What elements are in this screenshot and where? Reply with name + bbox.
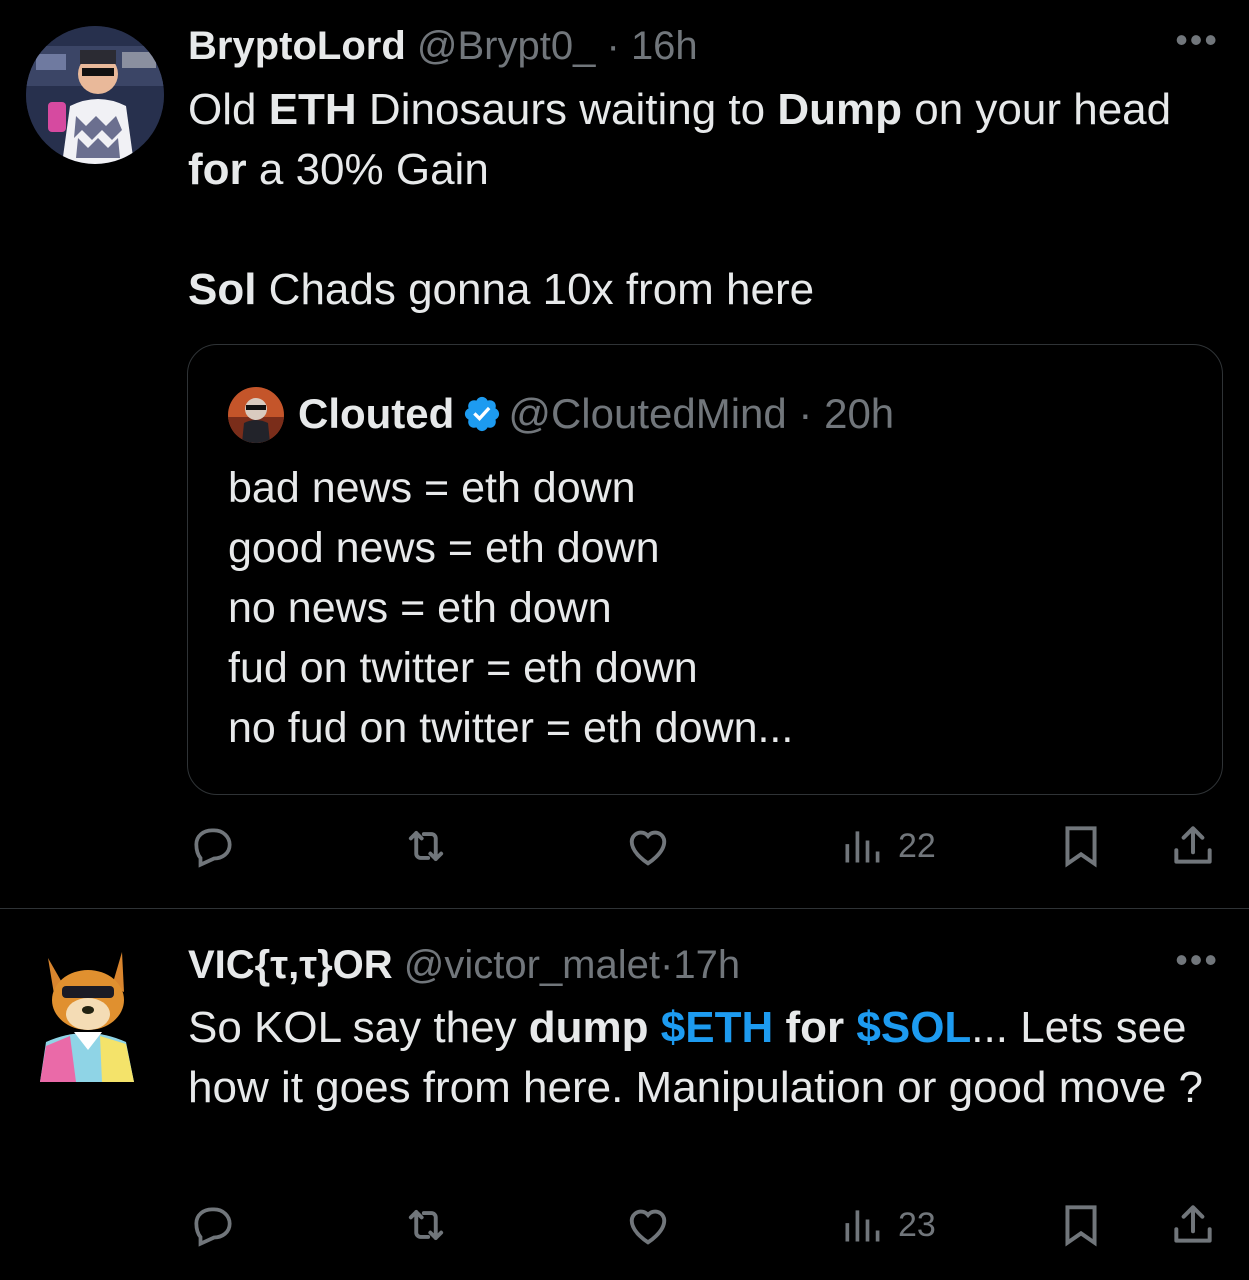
action-bar: 23 xyxy=(188,1195,1228,1255)
heart-icon xyxy=(629,830,667,866)
share-icon xyxy=(1174,1205,1212,1243)
cashtag-link[interactable]: $ETH xyxy=(661,1003,773,1052)
quote-line: no news = eth down xyxy=(228,584,612,632)
like-button[interactable] xyxy=(622,816,674,876)
display-name[interactable]: VIC{τ,τ}OR xyxy=(188,943,393,987)
tweet-text: Old ETH Dinosaurs waiting to Dump on you… xyxy=(188,80,1228,320)
text-run: Old xyxy=(188,85,269,134)
like-button[interactable] xyxy=(622,1195,674,1255)
separator-dot: · xyxy=(798,390,813,437)
views-count: 22 xyxy=(898,826,936,865)
text-run: Dinosaurs waiting to xyxy=(356,85,778,134)
share-button[interactable] xyxy=(1168,816,1218,876)
text-bold: for xyxy=(188,145,247,194)
views-icon xyxy=(845,831,880,863)
quote-line: no fud on twitter = eth down... xyxy=(228,704,794,752)
avatar[interactable] xyxy=(30,946,142,1082)
quote-line: bad news = eth down xyxy=(228,464,636,512)
handle[interactable]: @victor_malet xyxy=(404,943,660,987)
text-bold: Sol xyxy=(188,265,257,314)
quote-timestamp[interactable]: 20h xyxy=(824,390,894,437)
quote-line: good news = eth down xyxy=(228,524,660,572)
reply-button[interactable] xyxy=(188,1195,238,1255)
share-button[interactable] xyxy=(1168,1195,1218,1255)
tweet-header: BryptoLord @Brypt0_ · 16h xyxy=(188,22,698,70)
text-run: a 30% Gain xyxy=(246,145,489,194)
separator-dot: · xyxy=(606,24,620,68)
handle[interactable]: @Brypt0_ xyxy=(417,24,595,68)
cashtag-link[interactable]: $SOL xyxy=(856,1003,971,1052)
more-options-icon[interactable]: ••• xyxy=(1175,942,1219,978)
quote-handle[interactable]: @CloutedMind xyxy=(508,390,786,437)
quote-line: fud on twitter = eth down xyxy=(228,644,698,692)
reply-button[interactable] xyxy=(188,816,238,876)
text-bold: for xyxy=(785,1003,845,1052)
retweet-button[interactable] xyxy=(400,816,452,876)
views-count: 23 xyxy=(898,1205,936,1244)
bookmark-button[interactable] xyxy=(1056,1195,1106,1255)
quote-avatar[interactable] xyxy=(228,387,284,443)
tweet[interactable]: BryptoLord @Brypt0_ · 16h ••• Old ETH Di… xyxy=(0,0,1249,908)
retweet-icon xyxy=(408,1210,444,1240)
tweet-text: So KOL say they dump $ETH for $SOL... Le… xyxy=(188,998,1228,1118)
quoted-tweet[interactable]: Clouted @CloutedMind · 20h bad news = eth… xyxy=(187,344,1223,795)
reply-icon xyxy=(194,1207,232,1247)
text-run xyxy=(649,1003,661,1052)
heart-icon xyxy=(629,1209,667,1245)
bookmark-icon xyxy=(1065,826,1097,868)
views-icon xyxy=(845,1210,880,1242)
text-run: Chads gonna 10x from here xyxy=(256,265,815,314)
views-button[interactable]: 23 xyxy=(840,1195,936,1255)
text-bold: dump xyxy=(528,1003,649,1052)
timestamp[interactable]: 17h xyxy=(673,943,740,987)
tweet-header: VIC{τ,τ}OR @victor_malet·17h xyxy=(188,941,740,989)
bookmark-button[interactable] xyxy=(1056,816,1106,876)
reply-icon xyxy=(194,828,232,868)
avatar[interactable] xyxy=(26,26,164,164)
text-run xyxy=(844,1003,856,1052)
text-bold: Dump xyxy=(777,85,903,134)
quote-header: Clouted @CloutedMind · 20h xyxy=(298,387,894,441)
display-name[interactable]: BryptoLord xyxy=(188,24,406,68)
share-icon xyxy=(1174,826,1212,864)
text-run: on your head xyxy=(902,85,1172,134)
timestamp[interactable]: 16h xyxy=(631,24,698,68)
more-options-icon[interactable]: ••• xyxy=(1175,22,1219,58)
quote-text: bad news = eth down good news = eth down… xyxy=(228,458,793,758)
text-run xyxy=(773,1003,785,1052)
retweet-button[interactable] xyxy=(400,1195,452,1255)
verified-badge-icon xyxy=(462,393,502,447)
action-bar: 22 xyxy=(188,816,1228,876)
views-button[interactable]: 22 xyxy=(840,816,936,876)
retweet-icon xyxy=(408,831,444,861)
quote-display-name[interactable]: Clouted xyxy=(298,390,454,437)
text-bold: ETH xyxy=(268,85,357,134)
separator-dot: · xyxy=(660,943,674,987)
bookmark-icon xyxy=(1065,1205,1097,1247)
text-run: So KOL say they xyxy=(188,1003,529,1052)
